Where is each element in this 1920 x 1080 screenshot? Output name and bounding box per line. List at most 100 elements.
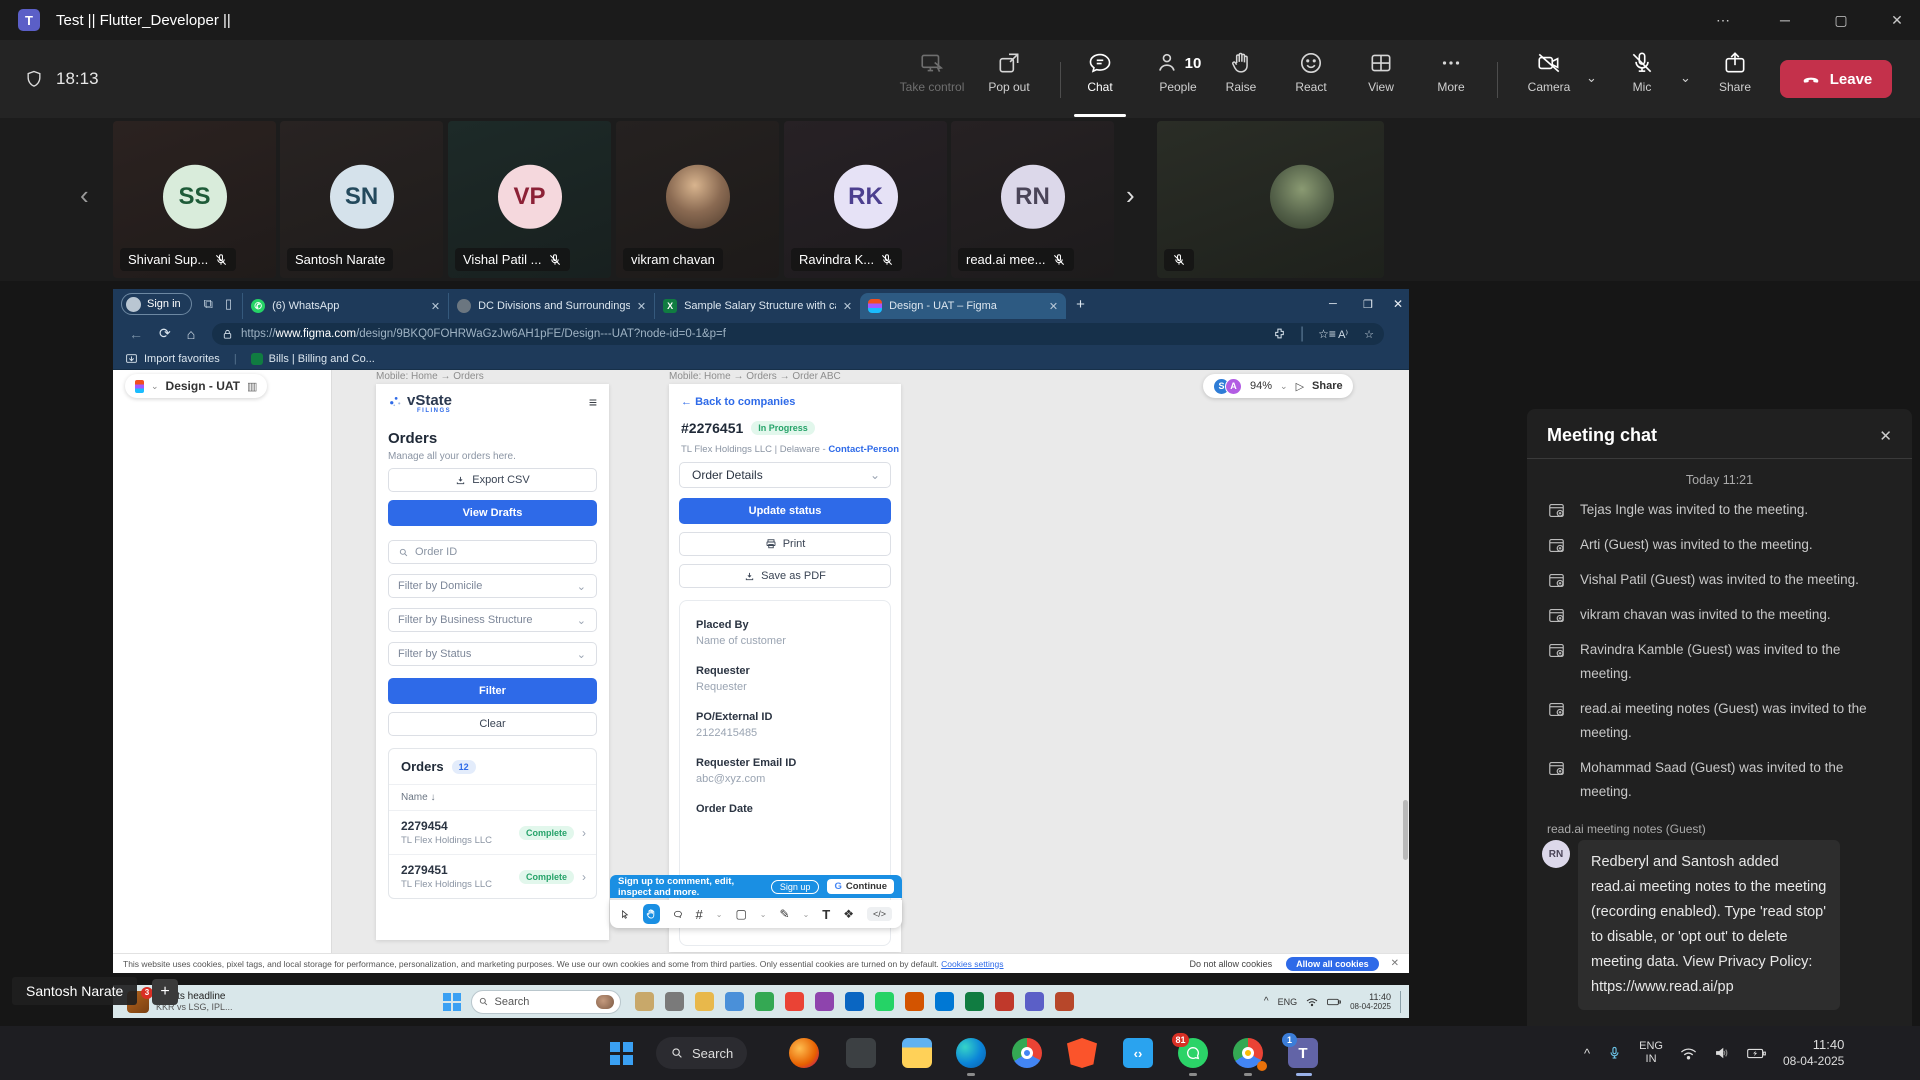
chrome-icon[interactable] bbox=[1012, 1038, 1042, 1068]
taskbar-app-icon[interactable] bbox=[935, 992, 954, 1011]
refresh-icon[interactable]: ⟳ bbox=[159, 325, 171, 342]
order-row[interactable]: 2279454 TL Flex Holdings LLC Complete › bbox=[389, 811, 596, 855]
brave-icon[interactable] bbox=[1067, 1038, 1097, 1068]
mic-button[interactable]: Mic bbox=[1610, 50, 1674, 110]
order-details-dropdown[interactable]: Order Details⌄ bbox=[679, 462, 891, 488]
shared-clock-time[interactable]: 11:40 bbox=[1350, 992, 1391, 1002]
taskbar-app-icon[interactable] bbox=[695, 992, 714, 1011]
chat-message-bubble[interactable]: Redberyl and Santosh added read.ai meeti… bbox=[1578, 840, 1840, 1010]
deny-cookies-button[interactable]: Do not allow cookies bbox=[1190, 959, 1273, 969]
teams-icon[interactable]: T 1 bbox=[1288, 1038, 1318, 1068]
filter-domicile-dropdown[interactable]: Filter by Domicile⌄ bbox=[388, 574, 597, 598]
new-tab-icon[interactable]: + bbox=[1076, 296, 1085, 313]
favorite-star-icon[interactable]: ☆ bbox=[1364, 328, 1374, 341]
tray-chevron-icon[interactable]: ^ bbox=[1264, 996, 1269, 1007]
taskbar-app-icon[interactable] bbox=[785, 992, 804, 1011]
export-csv-button[interactable]: Export CSV bbox=[388, 468, 597, 492]
participant-tile[interactable]: VP Vishal Patil ... bbox=[448, 121, 611, 278]
taskbar-clock[interactable]: 11:40 08-04-2025 bbox=[1783, 1037, 1844, 1069]
frame2-breadcrumb[interactable]: Mobile: Home → Orders → Order ABC bbox=[669, 371, 841, 382]
start-button-icon[interactable] bbox=[443, 993, 461, 1011]
language-indicator[interactable]: ENG IN bbox=[1639, 1040, 1663, 1066]
browser-signin-button[interactable]: Sign in bbox=[121, 293, 192, 315]
tab-close-icon[interactable]: ✕ bbox=[431, 300, 440, 313]
figma-share-button[interactable]: Share bbox=[1312, 380, 1343, 392]
frame-tool-icon[interactable]: # bbox=[696, 907, 703, 922]
dev-mode-toggle[interactable]: </> bbox=[867, 907, 892, 921]
figma-file-pill[interactable]: ⌄ Design - UAT ▥ bbox=[125, 374, 267, 398]
bills-favorite-link[interactable]: Bills | Billing and Co... bbox=[269, 353, 375, 365]
workspaces-icon[interactable]: ⧉ bbox=[204, 296, 213, 312]
column-header-name[interactable]: Name ↓ bbox=[389, 785, 596, 811]
filter-structure-dropdown[interactable]: Filter by Business Structure⌄ bbox=[388, 608, 597, 632]
chat-close-icon[interactable]: ✕ bbox=[1879, 427, 1892, 445]
camera-options-chevron-icon[interactable]: ⌄ bbox=[1586, 70, 1597, 86]
import-favorites-link[interactable]: Import favorites bbox=[144, 353, 220, 365]
taskbar-app-icon[interactable] bbox=[965, 992, 984, 1011]
file-menu-chevron-icon[interactable]: ⌄ bbox=[151, 381, 159, 392]
browser-restore-icon[interactable]: ❐ bbox=[1363, 298, 1373, 311]
back-icon[interactable]: ← bbox=[129, 326, 143, 342]
address-bar[interactable]: https://www.figma.com/design/9BKQ0FOHRWa… bbox=[212, 323, 1384, 345]
chevron-down-icon[interactable]: ⌄ bbox=[803, 910, 810, 919]
pop-out-button[interactable]: Pop out bbox=[977, 50, 1041, 110]
google-continue-button[interactable]: GContinue bbox=[827, 879, 894, 894]
filter-status-dropdown[interactable]: Filter by Status⌄ bbox=[388, 642, 597, 666]
clear-button[interactable]: Clear bbox=[388, 712, 597, 736]
people-button[interactable]: 10 People bbox=[1140, 50, 1216, 110]
read-aloud-icon[interactable]: A⁾ bbox=[1338, 328, 1348, 341]
home-icon[interactable]: ⌂ bbox=[187, 326, 195, 342]
tab-dc-divisions[interactable]: DC Divisions and Surroundings✕ bbox=[448, 293, 654, 319]
vscode-icon[interactable]: ‹› bbox=[1123, 1038, 1153, 1068]
browser-close-icon[interactable]: ✕ bbox=[1393, 297, 1403, 311]
back-to-companies-link[interactable]: ← Back to companies bbox=[681, 396, 795, 408]
chevron-down-icon[interactable]: ⌄ bbox=[716, 910, 723, 919]
canvas-scrollbar[interactable] bbox=[1403, 800, 1408, 860]
window-minimize-icon[interactable]: ─ bbox=[1762, 0, 1808, 40]
print-button[interactable]: Print bbox=[679, 532, 891, 556]
more-button[interactable]: More bbox=[1419, 50, 1483, 110]
taskbar-app-icon[interactable] bbox=[635, 992, 654, 1011]
chevron-down-icon[interactable]: ⌄ bbox=[760, 910, 767, 919]
allow-cookies-button[interactable]: Allow all cookies bbox=[1286, 957, 1379, 971]
shape-tool-icon[interactable]: ▢ bbox=[735, 907, 746, 921]
edge-icon[interactable] bbox=[956, 1038, 986, 1068]
sign-up-button[interactable]: Sign up bbox=[771, 880, 820, 894]
tab-close-icon[interactable]: ✕ bbox=[1049, 300, 1058, 313]
comment-tool-icon[interactable] bbox=[673, 908, 683, 921]
tray-chevron-icon[interactable]: ^ bbox=[1584, 1046, 1590, 1061]
chevron-right-icon[interactable]: › bbox=[582, 870, 586, 884]
show-desktop-strip[interactable] bbox=[1400, 991, 1403, 1013]
window-close-icon[interactable]: ✕ bbox=[1874, 0, 1920, 40]
mobile-frame-orders[interactable]: vState FILINGS ≡ Orders Manage all your … bbox=[376, 384, 609, 940]
participant-tile[interactable]: SS Shivani Sup... bbox=[113, 121, 276, 278]
app-icon[interactable] bbox=[846, 1038, 876, 1068]
volume-icon[interactable] bbox=[1714, 1046, 1730, 1060]
raise-hand-button[interactable]: Raise bbox=[1209, 50, 1273, 110]
order-row[interactable]: 2279451 TL Flex Holdings LLC Complete › bbox=[389, 855, 596, 898]
taskbar-app-icon[interactable] bbox=[995, 992, 1014, 1011]
chevron-right-icon[interactable]: › bbox=[582, 826, 586, 840]
window-maximize-icon[interactable]: ▢ bbox=[1818, 0, 1864, 40]
react-button[interactable]: React bbox=[1279, 50, 1343, 110]
zoom-level[interactable]: 94% bbox=[1250, 380, 1272, 392]
move-tool-icon[interactable] bbox=[620, 908, 630, 921]
shared-clock-date[interactable]: 08-04-2025 bbox=[1350, 1002, 1391, 1012]
filter-button[interactable]: Filter bbox=[388, 678, 597, 704]
tab-close-icon[interactable]: ✕ bbox=[637, 300, 646, 313]
wifi-icon[interactable] bbox=[1680, 1047, 1697, 1060]
taskbar-app-icon[interactable] bbox=[755, 992, 774, 1011]
zoom-in-overlay-button[interactable]: + bbox=[152, 979, 178, 1005]
tab-close-icon[interactable]: ✕ bbox=[843, 300, 852, 313]
mobile-frame-order-detail[interactable]: ← Back to companies #2276451 In Progress… bbox=[669, 384, 901, 952]
pen-tool-icon[interactable]: ✎ bbox=[780, 907, 790, 921]
save-as-pdf-button[interactable]: Save as PDF bbox=[679, 564, 891, 588]
layout-panel-icon[interactable]: ▥ bbox=[247, 380, 257, 393]
filmstrip-next-icon[interactable]: › bbox=[1126, 180, 1135, 211]
cookie-close-icon[interactable]: ✕ bbox=[1391, 958, 1399, 969]
leave-button[interactable]: Leave bbox=[1780, 60, 1892, 98]
taskbar-app-icon[interactable] bbox=[665, 992, 684, 1011]
camera-button[interactable]: Camera bbox=[1517, 50, 1581, 110]
collaborator-avatar[interactable]: A bbox=[1225, 378, 1242, 395]
whatsapp-icon[interactable]: 81 bbox=[1178, 1038, 1208, 1068]
